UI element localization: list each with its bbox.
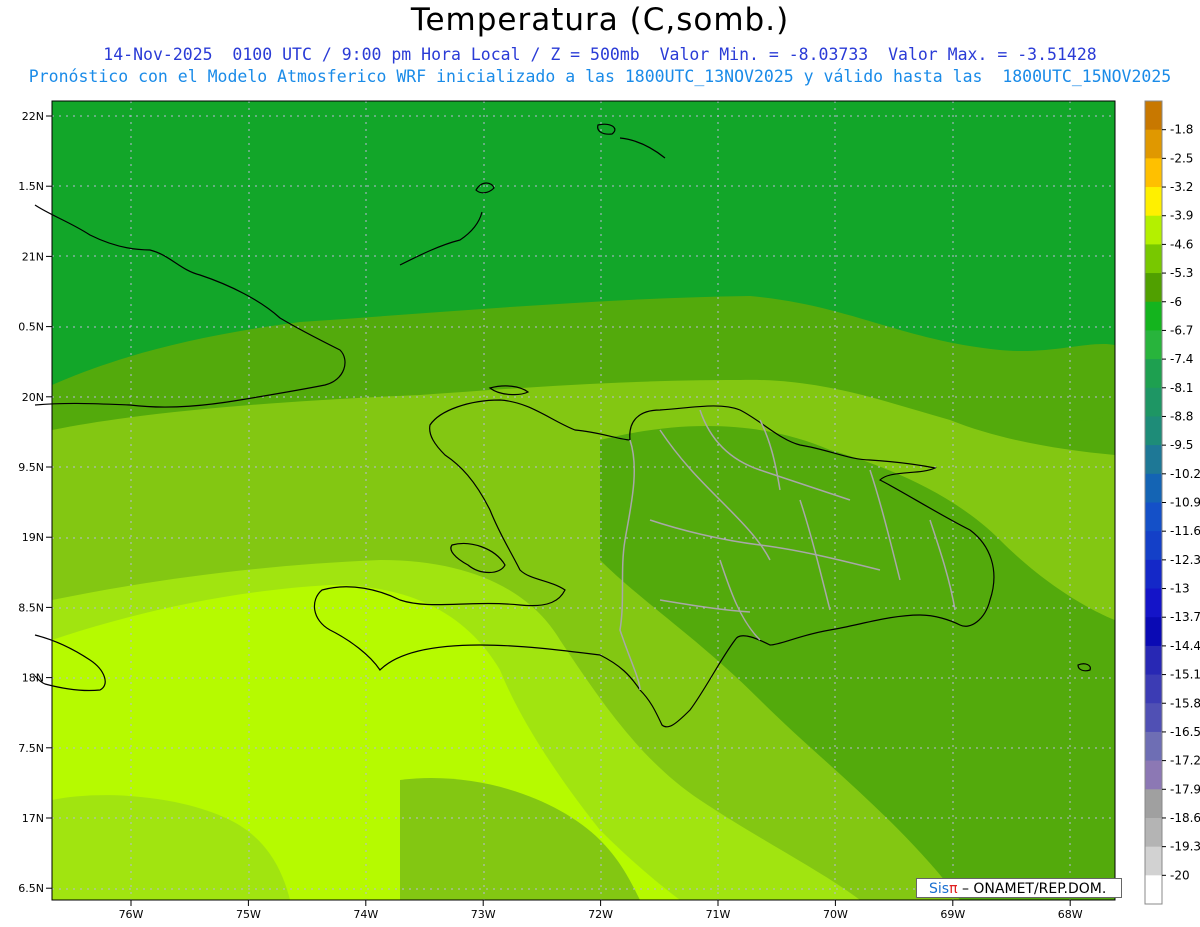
- colorbar-label: -16.5: [1170, 725, 1200, 739]
- colorbar-swatch: [1145, 703, 1162, 733]
- colorbar-label: -2.5: [1170, 151, 1193, 165]
- credit-label: Sisπ – ONAMET/REP.DOM.: [916, 878, 1122, 898]
- colorbar-label: -10.2: [1170, 467, 1200, 481]
- colorbar-swatch: [1145, 502, 1162, 532]
- colorbar-label: -9.5: [1170, 438, 1193, 452]
- colorbar-label: -4.6: [1170, 237, 1193, 251]
- colorbar-swatch: [1145, 617, 1162, 647]
- lat-label: 17N: [22, 812, 44, 825]
- colorbar-label: -12.3: [1170, 553, 1200, 567]
- colorbar-label: -1.8: [1170, 123, 1193, 137]
- colorbar-label: -11.6: [1170, 524, 1200, 538]
- colorbar-label: -7.4: [1170, 352, 1193, 366]
- colorbar-label: -13: [1170, 582, 1190, 596]
- longitude-labels: 76W 75W 74W 73W 72W 71W 70W 69W 68W: [119, 900, 1083, 921]
- latitude-labels: 22N 1.5N 21N 0.5N 20N 9.5N 19N 8.5N 18N 7.5N 17N 6.…: [18, 110, 52, 895]
- colorbar-label: -14.4: [1170, 639, 1200, 653]
- colorbar-swatch: [1145, 875, 1162, 905]
- colorbar-label: -15.1: [1170, 668, 1200, 682]
- colorbar-label: -15.8: [1170, 696, 1200, 710]
- lon-label: 75W: [236, 908, 261, 921]
- credit-pi: π: [949, 881, 958, 897]
- lon-label: 74W: [353, 908, 378, 921]
- colorbar-swatch: [1145, 645, 1162, 676]
- colorbar-swatch: [1145, 531, 1162, 561]
- colorbar-label: -6: [1170, 295, 1182, 309]
- lat-label: 8.5N: [18, 601, 44, 614]
- colorbar-swatch: [1145, 473, 1162, 503]
- colorbar-label: -20: [1170, 868, 1190, 882]
- credit-text: – ONAMET/REP.DOM.: [957, 881, 1107, 897]
- colorbar-label: -10.9: [1170, 496, 1200, 510]
- lat-label: 0.5N: [18, 321, 44, 334]
- lat-label: 9.5N: [18, 461, 44, 474]
- colorbar-label: -3.9: [1170, 209, 1193, 223]
- colorbar-label: -19.3: [1170, 840, 1200, 854]
- colorbar-swatch: [1145, 330, 1162, 360]
- colorbar-swatch: [1145, 158, 1162, 188]
- colorbar-swatch: [1145, 817, 1162, 848]
- lat-label: 6.5N: [18, 882, 44, 895]
- lon-label: 68W: [1058, 908, 1083, 921]
- lat-label: 7.5N: [18, 742, 44, 755]
- colorbar-swatch: [1145, 359, 1162, 389]
- colorbar-swatch: [1145, 187, 1162, 217]
- colorbar-swatch: [1145, 588, 1162, 618]
- temperature-map: 22N 1.5N 21N 0.5N 20N 9.5N 19N 8.5N 18N 7.5N 17N 6.…: [18, 100, 1200, 921]
- colorbar-swatch: [1145, 129, 1162, 159]
- lon-label: 73W: [471, 908, 496, 921]
- lat-label: 18N: [22, 672, 44, 685]
- credit-brand: Sis: [929, 881, 950, 897]
- colorbar-swatch: [1145, 416, 1162, 446]
- colorbar-label: -13.7: [1170, 610, 1200, 624]
- colorbar: -1.8 -2.5 -3.2 -3.9 -4.6 -5.3 -6 -6.7 -7.4 -8.1 -8…: [1144, 100, 1200, 905]
- colorbar-label: -18.6: [1170, 811, 1200, 825]
- colorbar-label: -17.2: [1170, 754, 1200, 768]
- colorbar-swatch: [1145, 846, 1162, 876]
- colorbar-swatch: [1145, 760, 1162, 790]
- lat-label: 1.5N: [18, 180, 44, 193]
- colorbar-label: -3.2: [1170, 180, 1193, 194]
- colorbar-swatch: [1145, 215, 1162, 245]
- colorbar-swatch: [1145, 273, 1162, 303]
- lat-label: 21N: [22, 250, 44, 263]
- colorbar-swatch: [1145, 387, 1162, 417]
- colorbar-swatch: [1145, 445, 1162, 475]
- colorbar-label: -8.1: [1170, 381, 1193, 395]
- colorbar-label: -8.8: [1170, 409, 1193, 423]
- colorbar-swatch: [1145, 731, 1162, 762]
- colorbar-label: -6.7: [1170, 323, 1193, 337]
- colorbar-swatch: [1145, 674, 1162, 704]
- lon-label: 69W: [940, 908, 965, 921]
- lon-label: 72W: [588, 908, 613, 921]
- colorbar-swatch: [1145, 559, 1162, 590]
- lon-label: 71W: [706, 908, 731, 921]
- colorbar-label: -17.9: [1170, 782, 1200, 796]
- colorbar-swatch: [1145, 101, 1162, 131]
- lat-label: 19N: [22, 531, 44, 544]
- colorbar-label: -5.3: [1170, 266, 1193, 280]
- lat-label: 22N: [22, 110, 44, 123]
- colorbar-swatch: [1145, 789, 1162, 819]
- lon-label: 70W: [823, 908, 848, 921]
- colorbar-swatch: [1145, 301, 1162, 331]
- lat-label: 20N: [22, 391, 44, 404]
- lon-label: 76W: [119, 908, 144, 921]
- colorbar-swatch: [1145, 244, 1162, 274]
